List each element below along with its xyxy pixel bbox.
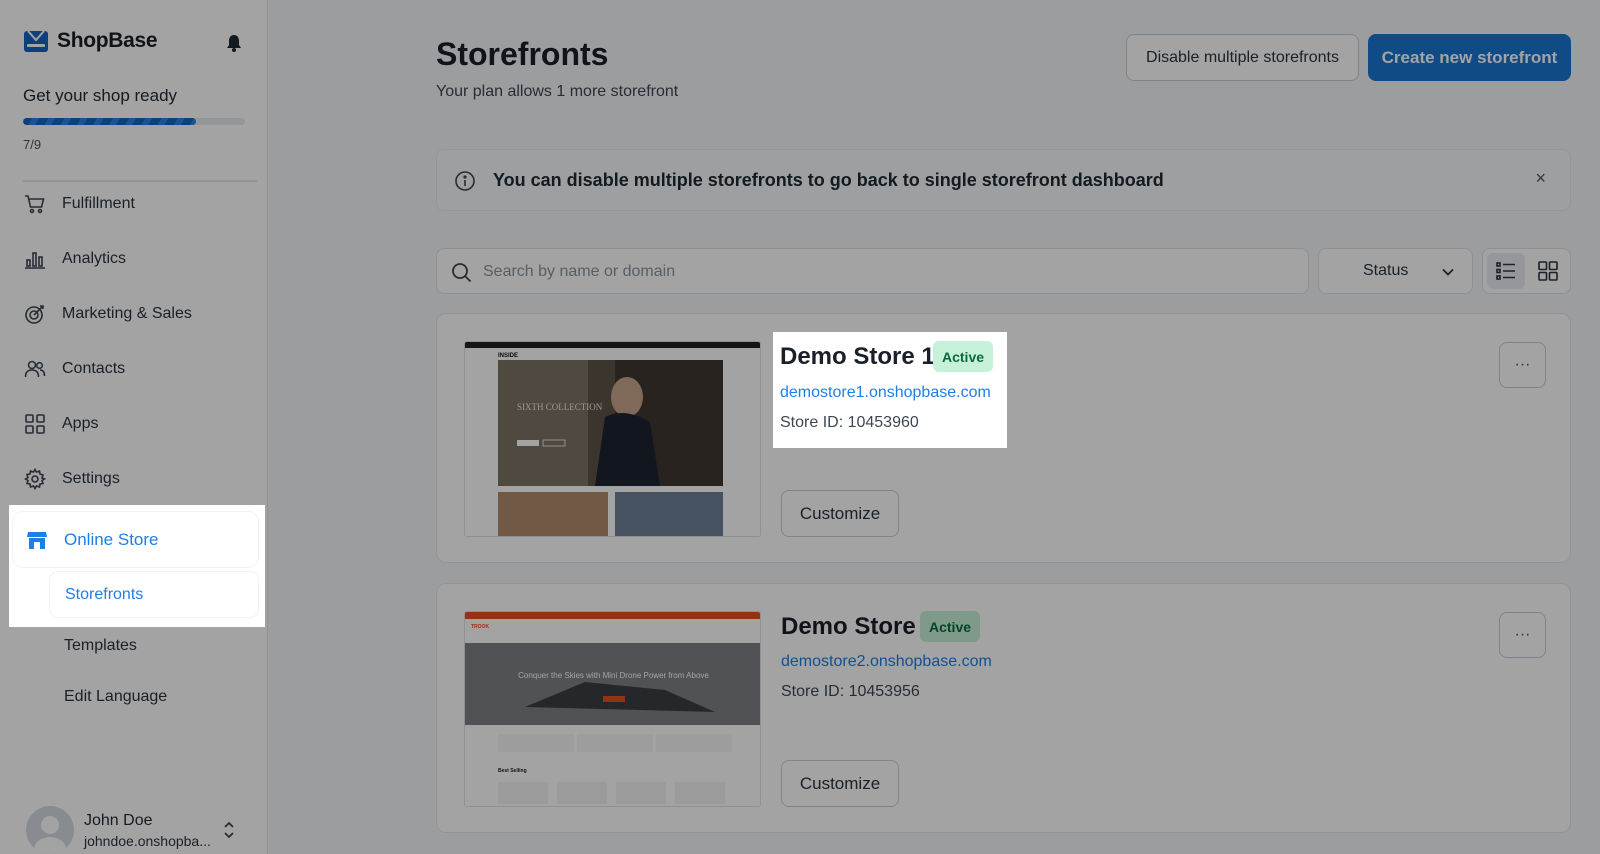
create-new-storefront-button[interactable]: Create new storefront (1368, 34, 1571, 81)
user-domain: johndoe.onshopba... (84, 832, 211, 849)
cart-icon (25, 195, 45, 214)
user-info: John Doe johndoe.onshopba... (84, 812, 211, 849)
brand[interactable]: ShopBase (23, 28, 158, 54)
storefront-card: TROOK Conquer the Skies with Mini Drone … (436, 583, 1571, 833)
user-name: John Doe (84, 811, 153, 829)
store-domain-link[interactable]: demostore2.onshopbase.com (781, 653, 992, 671)
store-icon (27, 531, 47, 549)
disable-multiple-storefronts-button[interactable]: Disable multiple storefronts (1126, 34, 1359, 81)
storefront-preview-image: INSIDE SIXTH COLLECTION (465, 342, 760, 536)
shopbase-logo-icon (24, 30, 48, 52)
sidebar-divider (23, 180, 257, 182)
sidebar-item-label: Apps (62, 415, 99, 432)
status-filter-label: Status (1363, 262, 1409, 279)
user-menu[interactable]: John Doe johndoe.onshopba... (26, 806, 211, 854)
setup-progress-fill (23, 118, 197, 125)
status-badge-spotlight: Active (933, 341, 994, 372)
sidebar-item-label: Settings (62, 470, 120, 487)
bell-icon[interactable] (226, 34, 242, 52)
sidebar-item-label: Contacts (62, 360, 126, 377)
banner-text: You can disable multiple storefronts to … (493, 170, 1164, 190)
customize-button[interactable]: Customize (781, 760, 899, 807)
sidebar-item-label: Analytics (62, 250, 127, 267)
apps-grid-icon (25, 414, 45, 434)
sidebar-item-marketing[interactable]: Marketing & Sales (24, 303, 192, 325)
store-name[interactable]: Demo Store 2 (781, 613, 936, 641)
sidebar-item-contacts[interactable]: Contacts (24, 358, 125, 380)
bar-chart-icon (25, 252, 45, 269)
view-toggle (1482, 248, 1571, 294)
thumb-hero: Conquer the Skies with Mini Drone Power … (518, 671, 709, 680)
sidebar: ShopBase Get your shop ready 7/9 Fulfill… (0, 0, 268, 854)
sidebar-item-fulfillment[interactable]: Fulfillment (24, 193, 135, 215)
close-icon[interactable]: × (1535, 168, 1546, 189)
thumb-brand: TROOK (471, 624, 489, 630)
search-input[interactable] (483, 258, 1293, 286)
sidebar-item-settings[interactable]: Settings (24, 468, 120, 490)
sidebar-item-online-store[interactable]: Online Store (13, 512, 258, 567)
setup-progress-bar (23, 118, 245, 125)
grid-view-icon (1538, 261, 1558, 281)
setup-count: 7/9 (23, 137, 42, 152)
storefront-preview-image: TROOK Conquer the Skies with Mini Drone … (465, 612, 760, 806)
search-icon (452, 263, 472, 283)
setup-title[interactable]: Get your shop ready (23, 86, 177, 106)
info-banner: You can disable multiple storefronts to … (436, 149, 1571, 211)
avatar (26, 806, 74, 854)
search-bar (436, 248, 1309, 294)
status-filter-dropdown[interactable]: Status (1318, 248, 1473, 294)
page-subtitle: Your plan allows 1 more storefront (436, 83, 679, 100)
gear-icon (24, 468, 46, 490)
list-view-button[interactable] (1487, 253, 1525, 289)
more-options-button[interactable]: ··· (1499, 612, 1546, 658)
chevron-down-icon (1442, 268, 1454, 276)
info-icon (455, 171, 475, 191)
customize-button[interactable]: Customize (781, 490, 899, 537)
people-icon (24, 360, 46, 378)
sidebar-subitem-edit-language[interactable]: Edit Language (64, 688, 167, 706)
storefront-thumbnail[interactable]: INSIDE SIXTH COLLECTION (464, 341, 761, 537)
sidebar-item-label: Online Store (64, 529, 159, 549)
page-title: Storefronts (436, 36, 609, 72)
store-id-spotlight: Store ID: 10453960 (780, 414, 919, 431)
store-id: Store ID: 10453956 (781, 683, 920, 700)
target-icon (25, 305, 44, 324)
thumb-hero: SIXTH COLLECTION (517, 402, 603, 412)
more-options-button[interactable]: ··· (1499, 342, 1546, 388)
store-domain-link-spotlight[interactable]: demostore1.onshopbase.com (780, 384, 991, 402)
brand-name: ShopBase (57, 29, 158, 52)
storefront-thumbnail[interactable]: TROOK Conquer the Skies with Mini Drone … (464, 611, 761, 807)
sidebar-item-label: Marketing & Sales (62, 305, 192, 322)
sidebar-item-label: Fulfillment (62, 195, 135, 212)
store-info-spotlight: Demo Store 1 Active demostore1.onshopbas… (773, 332, 1007, 448)
list-view-icon (1496, 262, 1515, 280)
sidebar-item-apps[interactable]: Apps (24, 413, 98, 435)
sidebar-subitem-templates[interactable]: Templates (64, 637, 137, 655)
thumb-section: Best Selling (498, 768, 527, 774)
grid-view-button[interactable] (1529, 253, 1567, 289)
sidebar-item-analytics[interactable]: Analytics (24, 248, 126, 270)
chevron-up-down-icon[interactable] (222, 820, 236, 840)
thumb-brand: INSIDE (498, 353, 518, 359)
store-name-spotlight[interactable]: Demo Store 1 (780, 343, 935, 371)
sidebar-subitem-storefronts[interactable]: Storefronts (50, 572, 258, 617)
status-badge: Active (920, 611, 981, 642)
